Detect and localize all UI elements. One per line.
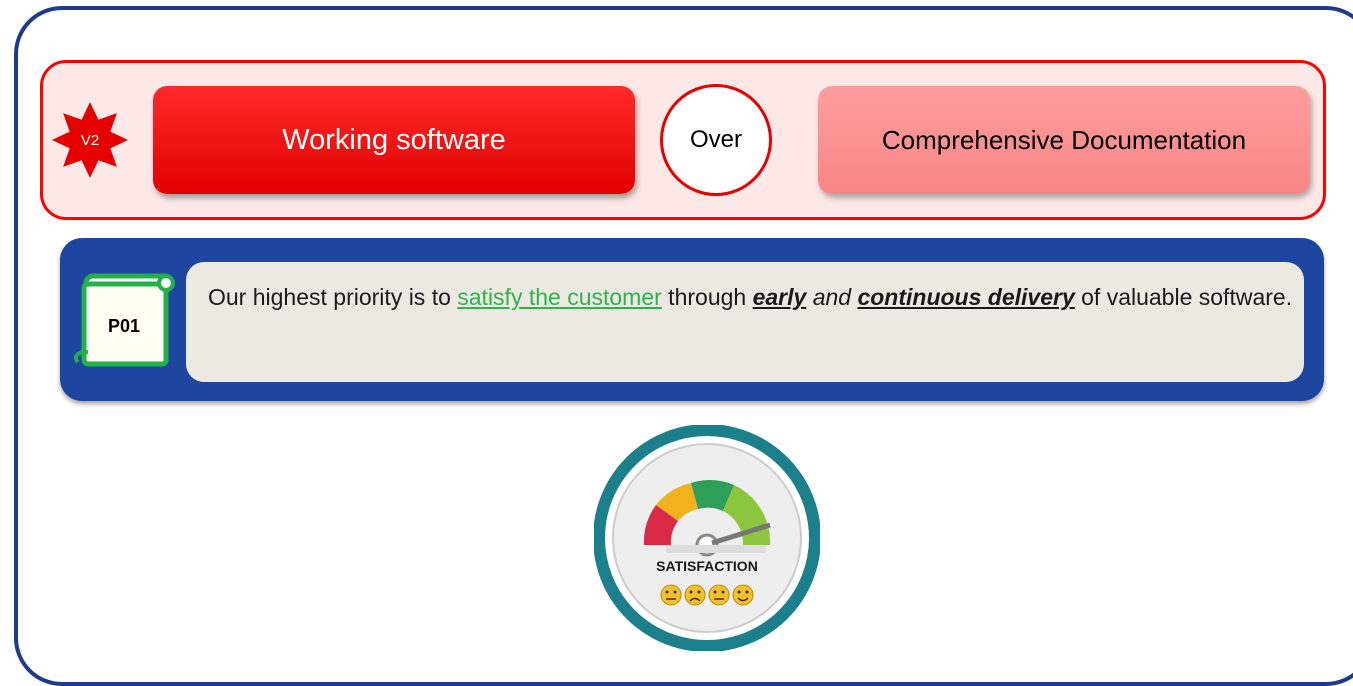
principle-text-and: and [806,284,858,310]
principle-text-before: Our highest priority is to [208,284,458,310]
face-neutral-icon [708,584,730,606]
value-badge-label: V2 [80,131,100,149]
comprehensive-documentation-box: Comprehensive Documentation [818,86,1310,194]
early-highlight: early [752,284,807,310]
principle-text-middle: through [661,284,753,310]
continuous-delivery-highlight: continuous delivery [857,284,1075,310]
face-neutral-icon [660,584,682,606]
satisfy-customer-highlight: satisfy the customer [457,284,662,310]
face-sad-icon [684,584,706,606]
principle-text-after: of valuable software. [1074,284,1293,310]
principle-statement: Our highest priority is to satisfy the c… [208,280,1298,314]
gauge-label: SATISFACTION [656,558,758,574]
over-connector: Over [660,84,772,196]
satisfaction-gauge-icon: SATISFACTION [594,425,820,651]
face-happy-icon [732,584,754,606]
working-software-box: Working software [153,86,635,194]
principle-id: P01 [107,315,141,336]
